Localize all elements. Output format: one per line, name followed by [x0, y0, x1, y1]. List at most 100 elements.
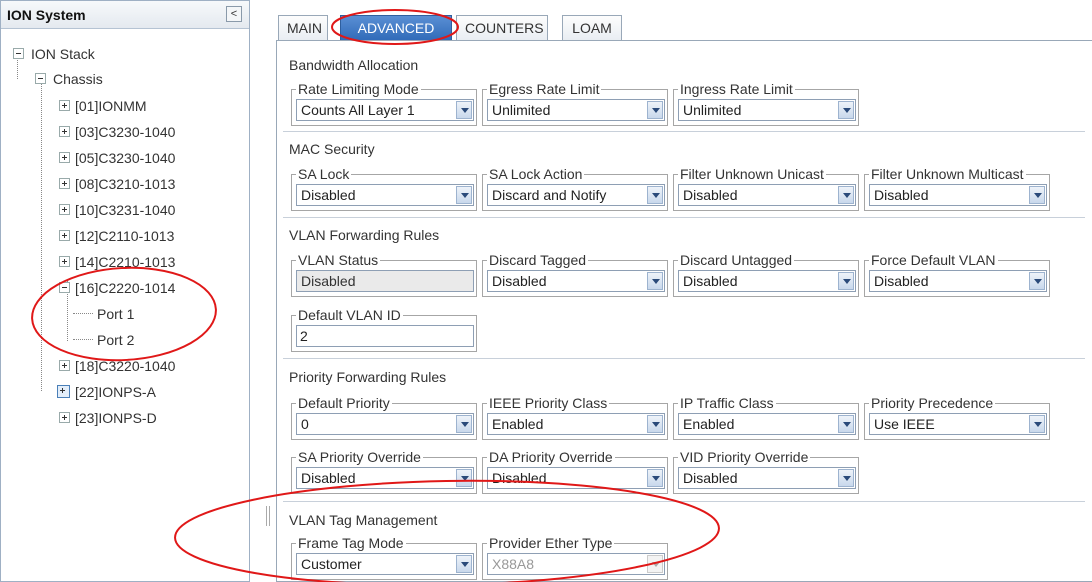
select-value: Disabled — [301, 470, 356, 486]
sa-priority-override-select[interactable]: Disabled — [296, 467, 474, 489]
tab-advanced[interactable]: ADVANCED — [340, 15, 452, 41]
chevron-down-icon[interactable] — [647, 186, 663, 204]
tab-counters[interactable]: COUNTERS — [456, 15, 548, 41]
chevron-down-icon[interactable] — [456, 555, 472, 573]
chevron-down-icon[interactable] — [838, 101, 854, 119]
tab-loam[interactable]: LOAM — [562, 15, 622, 41]
discard-untagged-select[interactable]: Disabled — [678, 270, 856, 292]
expand-icon[interactable] — [59, 100, 70, 111]
tree-node-14[interactable]: [14]C2210-1013 — [59, 251, 175, 273]
tree-node-label: [18]C3220-1040 — [75, 358, 176, 374]
da-priority-override-select[interactable]: Disabled — [487, 467, 665, 489]
chevron-down-icon[interactable] — [647, 415, 663, 433]
tree-node-label: [22]IONPS-A — [75, 384, 156, 400]
discard-untagged-group: Discard Untagged Disabled — [673, 252, 859, 297]
expand-icon[interactable] — [59, 412, 70, 423]
priority-precedence-select[interactable]: Use IEEE — [869, 413, 1047, 435]
chevron-down-icon[interactable] — [456, 101, 472, 119]
select-value: Disabled — [874, 187, 929, 203]
tree-node-port-1[interactable]: Port 1 — [97, 303, 134, 325]
tree-node-10[interactable]: [10]C3231-1040 — [59, 199, 175, 221]
egress-rate-limit-select[interactable]: Unlimited — [487, 99, 665, 121]
filter-unknown-unicast-select[interactable]: Disabled — [678, 184, 856, 206]
expand-icon[interactable] — [59, 230, 70, 241]
egress-rate-limit-group: Egress Rate Limit Unlimited — [482, 81, 668, 126]
expand-icon[interactable] — [59, 152, 70, 163]
ieee-priority-class-select[interactable]: Enabled — [487, 413, 665, 435]
vlan-status-group: VLAN Status Disabled — [291, 252, 477, 297]
collapse-icon[interactable] — [35, 73, 46, 84]
select-value: X88A8 — [492, 556, 535, 572]
frame-tag-mode-select[interactable]: Customer — [296, 553, 474, 575]
da-priority-override-group: DA Priority Override Disabled — [482, 449, 668, 494]
select-value: 0 — [301, 416, 309, 432]
default-priority-select[interactable]: 0 — [296, 413, 474, 435]
vid-priority-override-select[interactable]: Disabled — [678, 467, 856, 489]
port-config-panel: MAIN ADVANCED COUNTERS LOAM Bandwidth Al… — [273, 8, 1092, 582]
tree-node-ion-stack[interactable]: ION Stack — [13, 43, 95, 65]
force-default-vlan-select[interactable]: Disabled — [869, 270, 1047, 292]
select-value: Counts All Layer 1 — [301, 102, 415, 118]
expand-icon[interactable] — [59, 204, 70, 215]
tree-node-port-2[interactable]: Port 2 — [97, 329, 134, 351]
section-title-vlan-tag-mgmt: VLAN Tag Management — [289, 512, 438, 528]
expand-icon[interactable] — [59, 178, 70, 189]
expand-icon[interactable] — [59, 126, 70, 137]
rate-limiting-mode-select[interactable]: Counts All Layer 1 — [296, 99, 474, 121]
tree-node-22[interactable]: [22]IONPS-A — [57, 381, 156, 403]
tree-node-05[interactable]: [05]C3230-1040 — [59, 147, 175, 169]
expand-icon[interactable] — [59, 360, 70, 371]
sa-lock-label: SA Lock — [296, 166, 352, 182]
sa-lock-select[interactable]: Disabled — [296, 184, 474, 206]
section-title-mac-security: MAC Security — [289, 141, 375, 157]
chevron-down-icon[interactable] — [838, 469, 854, 487]
sa-lock-action-select[interactable]: Discard and Notify — [487, 184, 665, 206]
expand-icon[interactable] — [59, 256, 70, 267]
provider-ether-type-group: Provider Ether Type X88A8 — [482, 535, 668, 580]
default-priority-group: Default Priority 0 — [291, 395, 477, 440]
section-divider — [283, 217, 1085, 218]
chevron-down-icon[interactable] — [647, 469, 663, 487]
tree-node-label: [08]C3210-1013 — [75, 176, 176, 192]
collapse-panel-button[interactable]: < — [226, 6, 242, 22]
tree-node-12[interactable]: [12]C2110-1013 — [59, 225, 174, 247]
section-divider — [283, 501, 1085, 502]
tree-node-label: [03]C3230-1040 — [75, 124, 176, 140]
chevron-down-icon[interactable] — [456, 469, 472, 487]
priority-precedence-group: Priority Precedence Use IEEE — [864, 395, 1050, 440]
force-default-vlan-group: Force Default VLAN Disabled — [864, 252, 1050, 297]
tab-main[interactable]: MAIN — [278, 15, 328, 41]
chevron-down-icon[interactable] — [456, 186, 472, 204]
chevron-down-icon[interactable] — [647, 272, 663, 290]
collapse-icon[interactable] — [59, 282, 70, 293]
tree-node-chassis[interactable]: Chassis — [35, 68, 103, 90]
chevron-down-icon[interactable] — [838, 415, 854, 433]
expand-icon[interactable] — [57, 385, 70, 398]
chevron-down-icon[interactable] — [838, 186, 854, 204]
select-value: Enabled — [683, 416, 735, 432]
discard-untagged-label: Discard Untagged — [678, 252, 795, 268]
tree-node-16[interactable]: [16]C2220-1014 — [59, 277, 175, 299]
chevron-down-icon[interactable] — [1029, 415, 1045, 433]
select-value: Unlimited — [683, 102, 742, 118]
chevron-down-icon[interactable] — [647, 101, 663, 119]
ingress-rate-limit-select[interactable]: Unlimited — [678, 99, 856, 121]
select-value: Disabled — [492, 470, 547, 486]
collapse-icon[interactable] — [13, 48, 24, 59]
tree-node-18[interactable]: [18]C3220-1040 — [59, 355, 175, 377]
discard-tagged-select[interactable]: Disabled — [487, 270, 665, 292]
ip-traffic-class-select[interactable]: Enabled — [678, 413, 856, 435]
chevron-down-icon[interactable] — [1029, 272, 1045, 290]
discard-tagged-group: Discard Tagged Disabled — [482, 252, 668, 297]
panel-splitter-handle[interactable] — [266, 506, 270, 526]
filter-unknown-multicast-select[interactable]: Disabled — [869, 184, 1047, 206]
chevron-down-icon[interactable] — [1029, 186, 1045, 204]
provider-ether-type-label: Provider Ether Type — [487, 535, 615, 551]
default-vlan-id-input[interactable]: 2 — [296, 325, 474, 347]
tree-node-01[interactable]: [01]IONMM — [59, 95, 147, 117]
chevron-down-icon[interactable] — [456, 415, 472, 433]
tree-node-08[interactable]: [08]C3210-1013 — [59, 173, 175, 195]
tree-node-23[interactable]: [23]IONPS-D — [59, 407, 157, 429]
chevron-down-icon[interactable] — [838, 272, 854, 290]
tree-node-03[interactable]: [03]C3230-1040 — [59, 121, 175, 143]
